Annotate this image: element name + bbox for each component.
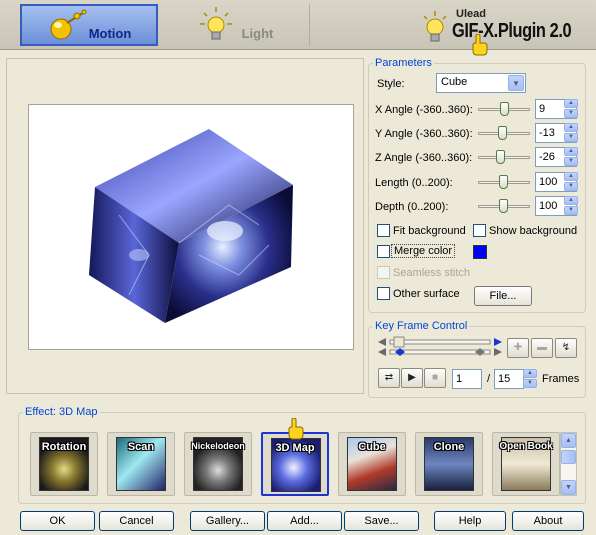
slider-thumb[interactable] — [499, 175, 508, 189]
effect-thumbnail-cube[interactable]: Cube — [338, 432, 406, 496]
stop-button[interactable]: ■ — [424, 368, 446, 388]
effect-thumbnail-label: Open Book — [499, 441, 553, 452]
effect-thumbnail-label: 3D Map — [275, 442, 315, 454]
reverse-keyframe-button[interactable]: ↯ — [555, 338, 577, 358]
fit-background-checkbox[interactable] — [377, 224, 390, 237]
add-button[interactable]: Add... — [267, 511, 342, 531]
frames-label: Frames — [542, 373, 580, 385]
effect-thumbnail-label: Nickelodeon — [191, 441, 245, 451]
merge-color-checkbox[interactable] — [377, 245, 390, 258]
scroll-up-icon[interactable]: ▲ — [561, 433, 576, 448]
current-frame-input[interactable]: 1 — [452, 369, 482, 389]
save-button[interactable]: Save... — [344, 511, 419, 531]
loop-button[interactable]: ⇄ — [378, 368, 400, 388]
play-button[interactable]: ▶ — [401, 368, 423, 388]
chevron-down-icon[interactable]: ▼ — [508, 75, 524, 91]
brand-lightbulb-icon — [423, 11, 447, 42]
show-background-checkbox[interactable] — [473, 224, 486, 237]
file-button[interactable]: File... — [474, 286, 532, 306]
slider-thumb[interactable] — [499, 199, 508, 213]
parameters-title: Parameters — [375, 57, 432, 69]
pointing-hand-icon — [472, 34, 488, 56]
fit-background-label: Fit background — [393, 225, 466, 237]
seamless-stitch-label: Seamless stitch — [393, 267, 471, 279]
motion-icon — [47, 5, 87, 45]
slider-thumb[interactable] — [500, 102, 509, 116]
length-slider[interactable] — [478, 172, 530, 192]
lightbulb-icon — [196, 5, 236, 45]
add-keyframe-button[interactable]: ✚ — [507, 338, 529, 358]
style-select[interactable]: Cube ▼ — [436, 73, 526, 93]
z-angle-spinner[interactable]: ▲ ▼ — [564, 147, 578, 167]
y-angle-spinner[interactable]: ▲ ▼ — [564, 123, 578, 143]
effect-thumbnail-label: Clone — [433, 441, 465, 453]
other-surface-label: Other surface — [393, 288, 460, 300]
seamless-stitch-checkbox[interactable] — [377, 266, 390, 279]
brand-logo: Ulead GIF-X.Plugin 2.0 — [418, 4, 596, 56]
tab-motion[interactable]: Motion — [20, 4, 158, 46]
remove-keyframe-button[interactable]: ▬ — [531, 338, 553, 358]
effect-thumbnail-open-book[interactable]: Open Book — [492, 432, 560, 496]
y-angle-slider[interactable] — [478, 123, 530, 143]
effect-thumbnail-label: Cube — [358, 441, 386, 453]
length-label: Length (0..200): — [375, 177, 453, 189]
effect-thumbnail-rotation[interactable]: Rotation — [30, 432, 98, 496]
keyframe-title: Key Frame Control — [375, 320, 468, 332]
show-background-label: Show background — [489, 225, 578, 237]
brand-maker: Ulead — [456, 8, 486, 20]
tab-light[interactable]: Light — [160, 4, 310, 46]
other-surface-checkbox[interactable] — [377, 287, 390, 300]
effects-scrollbar[interactable]: ▲ ▼ — [560, 432, 577, 496]
effect-thumbnail-label: Scan — [127, 441, 155, 453]
x-angle-spinner[interactable]: ▲ ▼ — [564, 99, 578, 119]
depth-label: Depth (0..200): — [375, 201, 449, 213]
effect-thumbnail-scan[interactable]: Scan — [107, 432, 175, 496]
effect-thumbnail-nickelodeon[interactable]: Nickelodeon — [184, 432, 252, 496]
scrollbar-thumb[interactable] — [561, 450, 576, 464]
effect-thumbnail-clone[interactable]: Clone — [415, 432, 483, 496]
frame-separator: / — [487, 373, 491, 385]
cube-preview-image — [89, 129, 293, 323]
x-angle-slider[interactable] — [478, 99, 530, 119]
effect-thumbnail-3d-map[interactable]: 3D Map — [261, 432, 329, 496]
slider-thumb[interactable] — [498, 126, 507, 140]
keyframe-timeline[interactable] — [378, 336, 502, 360]
z-angle-label: Z Angle (-360..360): — [375, 152, 473, 164]
length-spinner[interactable]: ▲ ▼ — [564, 172, 578, 192]
merge-color-swatch[interactable] — [473, 245, 487, 259]
depth-slider[interactable] — [478, 196, 530, 216]
gallery-button[interactable]: Gallery... — [190, 511, 265, 531]
slider-thumb[interactable] — [496, 150, 505, 164]
total-frames-spinner[interactable]: ▲ ▼ — [523, 369, 537, 389]
preview-canvas[interactable] — [28, 104, 354, 350]
x-angle-label: X Angle (-360..360): — [375, 104, 473, 116]
style-select-value: Cube — [441, 76, 468, 88]
about-button[interactable]: About — [512, 511, 584, 531]
total-frames-input[interactable]: 15 — [494, 369, 524, 389]
y-angle-label: Y Angle (-360..360): — [375, 128, 473, 140]
tab-light-label: Light — [241, 25, 274, 41]
effect-title: Effect: 3D Map — [25, 406, 98, 418]
help-button[interactable]: Help — [434, 511, 506, 531]
tab-bar: Motion Light Ulead GIF-X.Plugin 2.0 — [0, 0, 596, 56]
effect-thumbnail-label: Rotation — [41, 441, 87, 453]
pointing-hand-icon — [288, 418, 304, 440]
depth-spinner[interactable]: ▲ ▼ — [564, 196, 578, 216]
merge-color-label: Merge color — [391, 244, 456, 258]
z-angle-slider[interactable] — [478, 147, 530, 167]
ok-button[interactable]: OK — [20, 511, 95, 531]
style-label: Style: — [377, 78, 405, 90]
scroll-down-icon[interactable]: ▼ — [561, 480, 576, 495]
cancel-button[interactable]: Cancel — [99, 511, 174, 531]
tab-motion-label: Motion — [88, 25, 132, 41]
